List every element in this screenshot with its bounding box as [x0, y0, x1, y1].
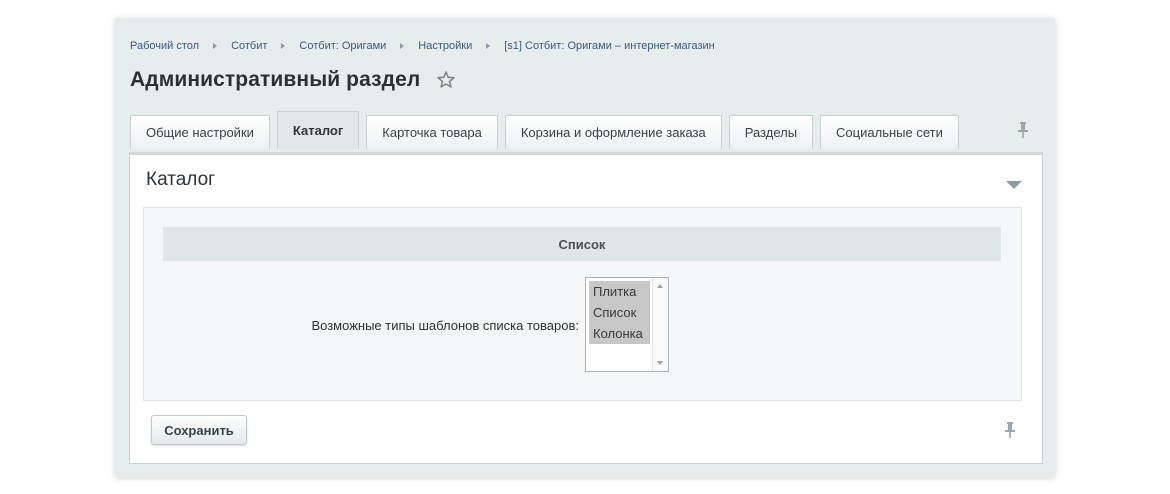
tab-label: Корзина и оформление заказа — [520, 125, 706, 140]
tab-product-card[interactable]: Карточка товара — [366, 115, 498, 149]
tab-label: Каталог — [292, 123, 344, 138]
breadcrumb-separator-icon — [486, 43, 491, 49]
breadcrumb-item-settings[interactable]: Настройки — [418, 40, 472, 52]
listbox-scrollbar[interactable] — [652, 278, 668, 371]
option-list[interactable]: Список — [589, 302, 650, 323]
breadcrumb: Рабочий стол Сотбит Сотбит: Оригами Наст… — [130, 40, 715, 52]
pin-footer-icon[interactable] — [1003, 421, 1017, 439]
group-header: Список — [163, 227, 1001, 261]
tab-label: Социальные сети — [836, 125, 943, 140]
page-title: Административный раздел — [130, 68, 421, 91]
template-types-select[interactable]: Плитка Список Колонка — [585, 277, 669, 372]
breadcrumb-item-sotbit-origami[interactable]: Сотбит: Оригами — [299, 40, 386, 52]
title-row: Административный раздел — [130, 68, 456, 92]
save-button[interactable]: Сохранить — [151, 415, 247, 445]
breadcrumb-separator-icon — [400, 43, 405, 49]
tab-general-settings[interactable]: Общие настройки — [130, 115, 270, 149]
breadcrumb-item-desktop[interactable]: Рабочий стол — [130, 40, 199, 52]
collapse-arrow-icon[interactable] — [1006, 181, 1022, 189]
pin-tabs-icon[interactable] — [1016, 121, 1030, 139]
tab-social-networks[interactable]: Социальные сети — [820, 115, 959, 149]
breadcrumb-item-sotbit[interactable]: Сотбит — [231, 40, 267, 52]
breadcrumb-item-site[interactable]: [s1] Сотбит: Оригами – интернет-магазин — [504, 40, 715, 52]
favorite-star-icon[interactable] — [436, 70, 456, 90]
tab-catalog[interactable]: Каталог — [276, 111, 360, 149]
tab-label: Разделы — [744, 125, 798, 140]
tab-bar: Общие настройки Каталог Карточка товара … — [130, 111, 966, 150]
option-column[interactable]: Колонка — [589, 323, 650, 344]
scroll-down-icon[interactable] — [657, 361, 663, 365]
option-tile[interactable]: Плитка — [589, 281, 650, 302]
breadcrumb-separator-icon — [281, 43, 286, 49]
section-title: Каталог — [146, 169, 216, 190]
tab-label: Общие настройки — [146, 125, 254, 140]
tab-sections[interactable]: Разделы — [728, 115, 814, 149]
tab-content: Каталог Список Возможные типы шаблонов с… — [129, 152, 1043, 464]
breadcrumb-separator-icon — [213, 43, 218, 49]
scroll-up-icon[interactable] — [657, 284, 663, 288]
settings-group: Список Возможные типы шаблонов списка то… — [143, 207, 1022, 401]
settings-panel: Рабочий стол Сотбит Сотбит: Оригами Наст… — [115, 18, 1055, 477]
template-types-label: Возможные типы шаблонов списка товаров: — [311, 318, 579, 333]
tab-label: Карточка товара — [382, 125, 482, 140]
tab-cart-checkout[interactable]: Корзина и оформление заказа — [504, 115, 722, 149]
